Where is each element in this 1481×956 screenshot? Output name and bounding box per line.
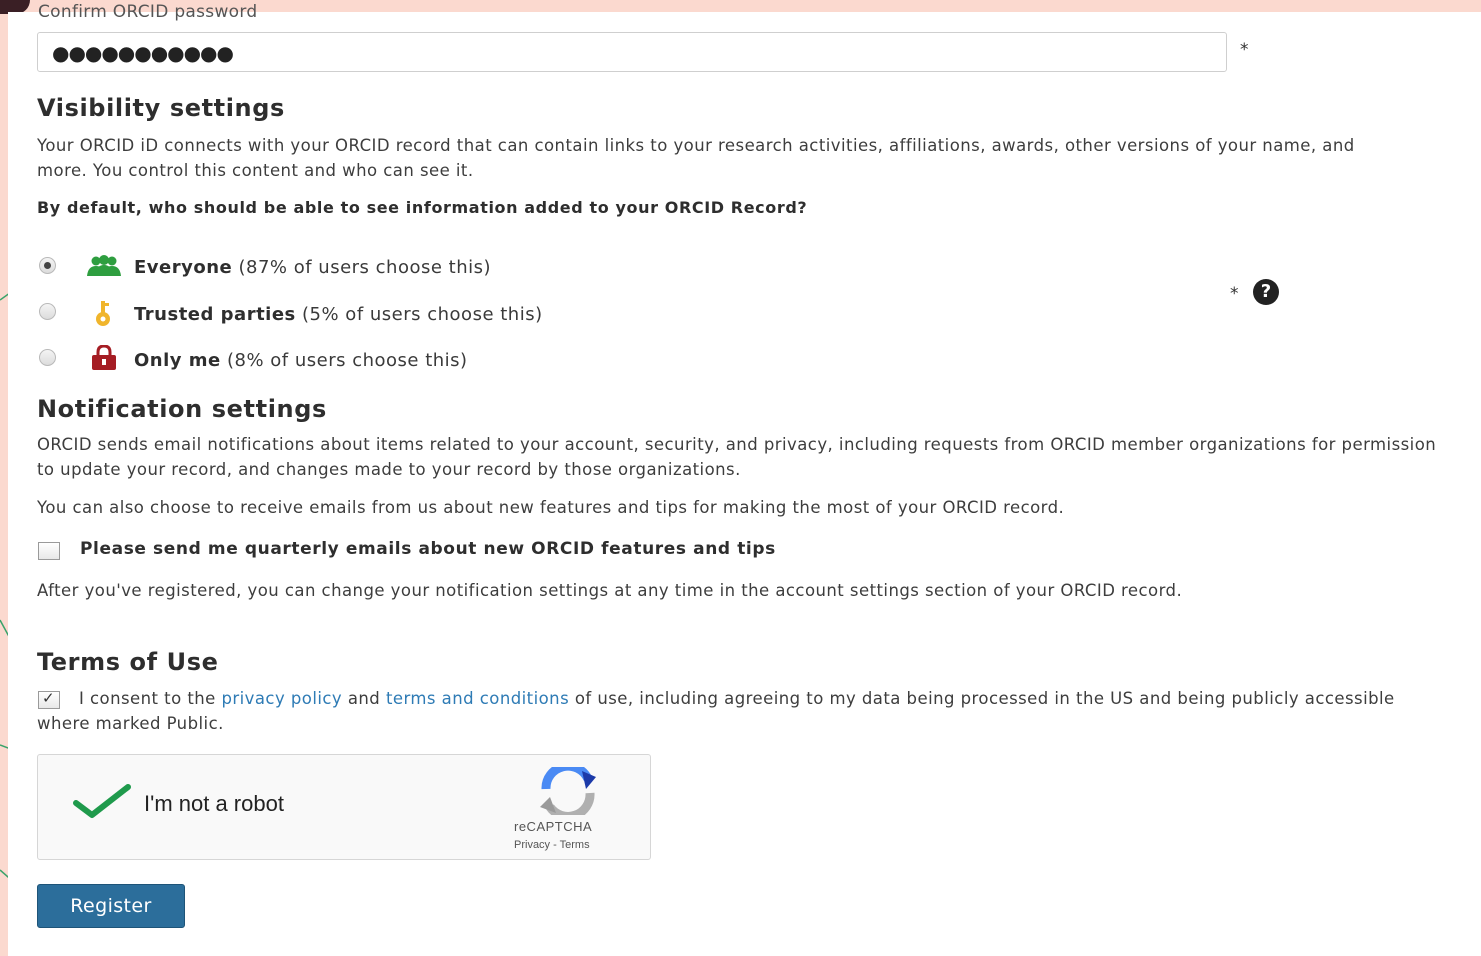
- notification-description: ORCID sends email notifications about it…: [37, 435, 1437, 479]
- required-mark: *: [1230, 284, 1239, 304]
- quarterly-emails-checkbox[interactable]: [38, 542, 60, 560]
- option-note: (5% of users choose this): [295, 304, 543, 325]
- visibility-description: Your ORCID iD connects with your ORCID r…: [37, 136, 1355, 180]
- privacy-policy-link[interactable]: privacy policy: [221, 689, 342, 708]
- visibility-question: By default, who should be able to see in…: [37, 198, 808, 217]
- radio-trusted-parties[interactable]: [39, 303, 56, 320]
- terms-conditions-link[interactable]: terms and conditions: [386, 689, 569, 708]
- option-label: Trusted parties: [134, 304, 296, 325]
- notification-heading: Notification settings: [37, 395, 327, 423]
- option-everyone: Everyone (87% of users choose this): [134, 257, 491, 278]
- terms-heading: Terms of Use: [37, 648, 219, 676]
- notification-after-text: After you've registered, you can change …: [37, 581, 1183, 600]
- option-label: Only me: [134, 350, 221, 371]
- recaptcha-brand: reCAPTCHA: [514, 819, 593, 834]
- registration-panel: Confirm ORCID password ●●●●●●●●●●● * Vis…: [8, 2, 1481, 956]
- key-icon: [96, 301, 110, 326]
- checkmark-icon[interactable]: [72, 781, 132, 821]
- recaptcha-terms-links[interactable]: Privacy - Terms: [514, 839, 590, 851]
- lock-icon: [92, 345, 116, 370]
- consent-prefix: I consent to the: [79, 689, 222, 708]
- quarterly-emails-label[interactable]: Please send me quarterly emails about ne…: [80, 539, 776, 559]
- consent-and: and: [342, 689, 386, 708]
- option-only-me: Only me (8% of users choose this): [134, 350, 468, 371]
- visibility-heading: Visibility settings: [37, 94, 285, 122]
- required-mark: *: [1240, 40, 1249, 60]
- question-icon[interactable]: ?: [1253, 279, 1279, 305]
- option-label: Everyone: [134, 257, 233, 278]
- people-icon: [87, 255, 121, 276]
- notification-features-text: You can also choose to receive emails fr…: [37, 498, 1065, 517]
- confirm-password-label: Confirm ORCID password: [38, 2, 258, 22]
- confirm-password-input[interactable]: ●●●●●●●●●●●: [37, 32, 1227, 72]
- recaptcha-logo-icon: [540, 767, 596, 815]
- terms-consent-text: I consent to the privacy policy and term…: [37, 687, 1437, 736]
- option-trusted-parties: Trusted parties (5% of users choose this…: [134, 304, 543, 325]
- register-button[interactable]: Register: [37, 884, 185, 928]
- recaptcha-widget: I'm not a robot reCAPTCHA Privacy - Term…: [37, 754, 651, 860]
- option-note: (8% of users choose this): [220, 350, 468, 371]
- radio-only-me[interactable]: [39, 349, 56, 366]
- option-note: (87% of users choose this): [232, 257, 492, 278]
- radio-everyone[interactable]: [39, 257, 56, 274]
- recaptcha-label: I'm not a robot: [144, 791, 284, 816]
